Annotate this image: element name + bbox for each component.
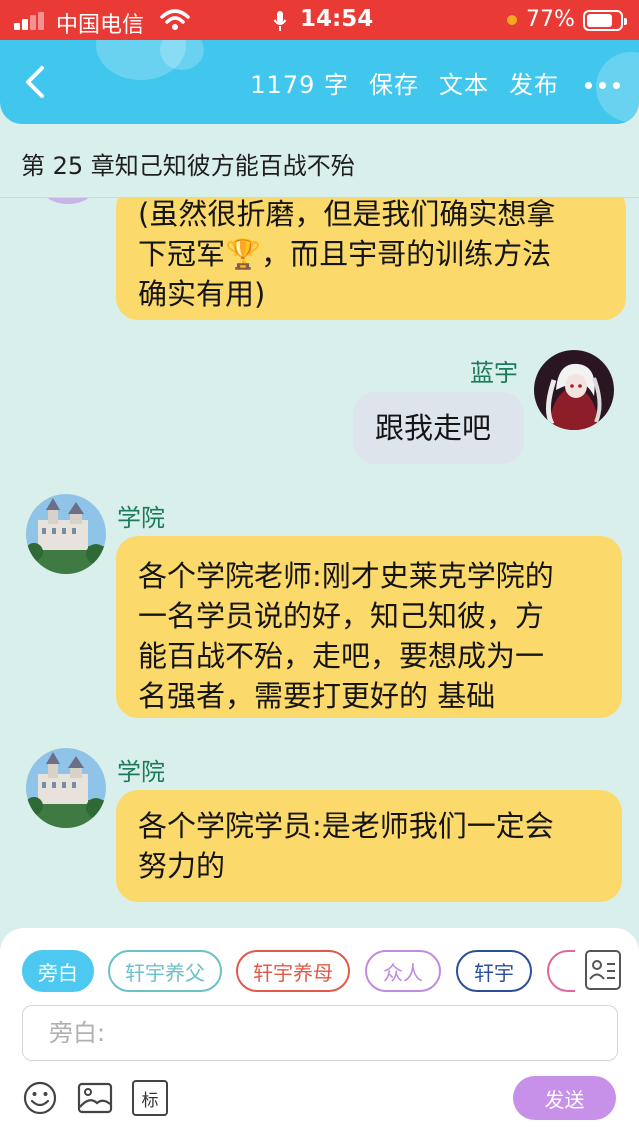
microphone-icon — [273, 11, 287, 31]
send-button[interactable]: 发送 — [513, 1076, 616, 1120]
message-input[interactable] — [23, 1006, 617, 1060]
chip-label: 轩宇养母 — [253, 960, 333, 985]
chat-bubble[interactable]: (虽然很折磨，但是我们确实想拿 下冠军🏆，而且宇哥的训练方法 确实有用) — [116, 198, 626, 320]
chip-label: 轩宇养父 — [125, 960, 205, 985]
avatar[interactable] — [26, 494, 106, 574]
input-panel: 旁白 轩宇养父 轩宇养母 众人 轩宇 标 发送 — [0, 928, 639, 1136]
role-chip[interactable]: 众人 — [365, 950, 441, 992]
character-portrait-icon — [534, 350, 614, 430]
message-line: 努力的 — [138, 849, 226, 883]
image-icon[interactable] — [77, 1080, 113, 1116]
text-button[interactable]: 文本 — [439, 65, 489, 100]
chat-bubble[interactable]: 各个学院老师:刚才史莱克学院的 一名学员说的好，知己知彼，方 能百战不殆，走吧，… — [116, 536, 622, 718]
academy-portrait-icon — [26, 748, 106, 828]
avatar[interactable] — [534, 350, 614, 430]
message-line: (虽然很折磨，但是我们确实想拿 — [138, 198, 556, 231]
emoji-icon[interactable] — [22, 1080, 58, 1116]
avatar[interactable] — [26, 748, 106, 828]
contact-card-icon[interactable] — [585, 950, 621, 990]
orange-indicator-dot — [507, 15, 517, 25]
speaker-name: 蓝宇 — [470, 359, 518, 387]
message-line: 跟我走吧 — [375, 411, 492, 445]
chat-bubble[interactable]: 跟我走吧 — [353, 392, 524, 464]
role-chip[interactable] — [547, 950, 575, 992]
message-line: 各个学院老师:刚才史莱克学院的 — [138, 559, 554, 593]
back-arrow-icon[interactable] — [18, 62, 54, 102]
message-list[interactable]: (虽然很折磨，但是我们确实想拿 下冠军🏆，而且宇哥的训练方法 确实有用) 蓝宇 … — [0, 198, 639, 928]
role-chip-narration[interactable]: 旁白 — [22, 950, 94, 992]
wifi-icon — [160, 9, 190, 30]
role-chip-bar[interactable]: 旁白 轩宇养父 轩宇养母 众人 轩宇 — [0, 950, 575, 994]
carrier-name: 中国电信 — [56, 13, 145, 38]
speaker-name: 学院 — [117, 504, 165, 532]
chip-label: 众人 — [383, 960, 423, 985]
academy-portrait-icon — [26, 494, 106, 574]
avatar[interactable] — [28, 198, 108, 204]
message-line: 确实有用) — [138, 277, 266, 311]
mark-label: 标 — [141, 1090, 159, 1111]
mark-icon[interactable]: 标 — [132, 1080, 168, 1116]
more-options-icon[interactable] — [579, 40, 639, 124]
clock: 14:54 — [300, 6, 374, 32]
word-count: 1179 字 — [250, 70, 349, 99]
role-chip[interactable]: 轩宇 — [456, 950, 532, 992]
save-button[interactable]: 保存 — [369, 65, 419, 100]
send-label: 发送 — [544, 1087, 585, 1112]
speaker-name: 学院 — [117, 758, 165, 786]
chapter-title[interactable]: 第 25 章知己知彼方能百战不殆 — [21, 146, 355, 181]
chapter-header: 第 25 章知己知彼方能百战不殆 — [0, 124, 639, 198]
battery-icon — [583, 10, 627, 31]
message-line: 各个学院学员:是老师我们一定会 — [138, 809, 554, 843]
message-line: 下冠军🏆，而且宇哥的训练方法 — [138, 237, 552, 271]
message-input-box[interactable] — [22, 1005, 618, 1061]
signal-icon — [14, 12, 48, 30]
message-line: 名强者，需要打更好的 基础 — [138, 679, 496, 713]
message-line: 一名学员说的好，知己知彼，方 — [138, 599, 545, 633]
publish-button[interactable]: 发布 — [509, 65, 559, 100]
message-line: 能百战不殆，走吧，要想成为一 — [138, 639, 545, 673]
editor-nav-bar: 1179 字 保存 文本 发布 — [0, 40, 639, 124]
role-chip[interactable]: 轩宇养母 — [236, 950, 350, 992]
chat-bubble[interactable]: 各个学院学员:是老师我们一定会 努力的 — [116, 790, 622, 902]
battery-percentage: 77% — [526, 7, 575, 32]
chip-label: 轩宇 — [474, 960, 514, 985]
chip-label: 旁白 — [38, 960, 78, 985]
role-chip[interactable]: 轩宇养父 — [108, 950, 222, 992]
status-bar: 中国电信 14:54 77% — [0, 0, 639, 40]
